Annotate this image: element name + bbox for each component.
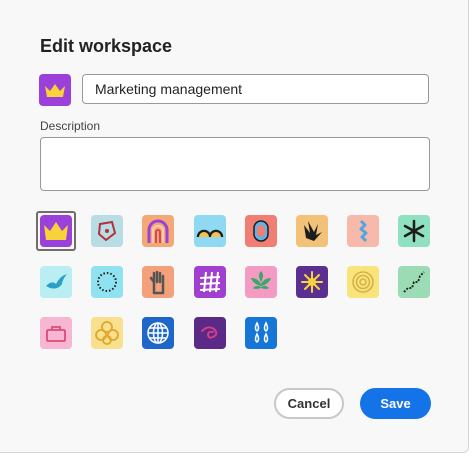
flower-icon (91, 317, 124, 349)
drops-icon (244, 317, 277, 349)
icon-option-pool[interactable] (241, 211, 281, 251)
bag-icon (40, 317, 72, 349)
dotted-circle-icon (91, 266, 124, 298)
icon-option-spiral[interactable] (343, 262, 383, 302)
swirl-icon (193, 317, 226, 349)
icon-option-squiggle[interactable] (343, 211, 383, 251)
icon-option-swirl[interactable] (190, 313, 230, 353)
sunburst-icon (296, 266, 328, 298)
hills-icon (193, 215, 226, 247)
asterisk-icon (398, 215, 431, 247)
icon-option-asterisk[interactable] (394, 211, 434, 251)
cancel-button[interactable]: Cancel (274, 388, 344, 419)
icon-option-hand[interactable] (138, 262, 178, 302)
icon-option-bird[interactable] (36, 262, 76, 302)
icon-option-leaf-splat[interactable] (292, 211, 332, 251)
bird-icon (40, 266, 72, 298)
edit-workspace-dialog: Edit workspace Description Cancel Save (0, 0, 469, 453)
dotted-line-icon (398, 266, 431, 298)
arch-icon (142, 215, 175, 247)
icon-option-plant[interactable] (241, 262, 281, 302)
hand-icon (142, 266, 175, 298)
icon-option-crown[interactable] (36, 211, 76, 251)
icon-option-arch[interactable] (138, 211, 178, 251)
workspace-icon-preview[interactable] (39, 74, 71, 106)
icon-option-bag[interactable] (36, 313, 76, 353)
spiral-icon (347, 266, 380, 298)
description-textarea[interactable] (40, 137, 430, 191)
grid-icon (193, 266, 226, 298)
pool-icon (244, 215, 277, 247)
shield-shape-icon (91, 215, 124, 247)
icon-option-shield-shape[interactable] (87, 211, 127, 251)
squiggle-icon (347, 215, 380, 247)
plant-icon (244, 266, 277, 298)
icon-option-grid[interactable] (190, 262, 230, 302)
description-label: Description (40, 119, 101, 133)
icon-picker-grid (36, 211, 436, 351)
icon-option-dotted-circle[interactable] (87, 262, 127, 302)
save-button[interactable]: Save (360, 388, 431, 419)
icon-option-globe[interactable] (138, 313, 178, 353)
icon-option-dotted-line[interactable] (394, 262, 434, 302)
icon-option-hills[interactable] (190, 211, 230, 251)
icon-option-drops[interactable] (241, 313, 281, 353)
crown-icon (45, 84, 65, 97)
icon-option-flower[interactable] (87, 313, 127, 353)
globe-icon (142, 317, 175, 349)
dialog-title: Edit workspace (40, 36, 173, 56)
crown-icon (40, 215, 72, 247)
workspace-name-input[interactable] (82, 74, 429, 104)
leaf-splat-icon (296, 215, 328, 247)
icon-option-sunburst[interactable] (292, 262, 332, 302)
